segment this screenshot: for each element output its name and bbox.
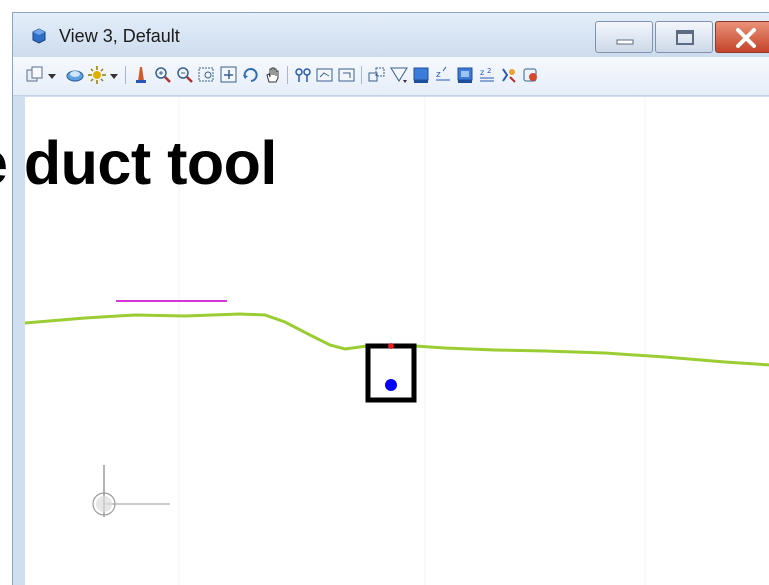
view-next-icon[interactable] xyxy=(315,65,335,85)
update-view-icon[interactable] xyxy=(131,65,151,85)
svg-text:z: z xyxy=(480,68,484,77)
close-button[interactable] xyxy=(715,21,769,53)
window-area-icon[interactable] xyxy=(197,65,217,85)
toolbar-separator xyxy=(125,66,126,84)
toggle-lights-icon[interactable] xyxy=(499,65,519,85)
copy-view-icon[interactable] xyxy=(337,65,357,85)
view-cube-icon xyxy=(31,28,47,44)
window-title: View 3, Default xyxy=(59,26,180,46)
view-display-icon[interactable] xyxy=(25,65,45,85)
camera-icon[interactable]: z xyxy=(433,65,453,85)
level-display-icon[interactable] xyxy=(65,65,85,85)
minimize-button[interactable] xyxy=(595,21,653,53)
overlay-title: e duct tool xyxy=(0,129,277,197)
ground-profile-line[interactable] xyxy=(25,312,769,367)
clip-mask-icon[interactable] xyxy=(389,65,409,85)
clip-volume-icon[interactable] xyxy=(367,65,387,85)
maximize-icon xyxy=(676,30,694,45)
dropdown-arrow-icon[interactable] xyxy=(109,65,119,85)
fit-view-icon[interactable] xyxy=(219,65,239,85)
axis-indicator-icon xyxy=(92,465,170,517)
minimize-icon xyxy=(616,39,634,45)
toolbar-separator xyxy=(361,66,362,84)
view-properties-icon[interactable] xyxy=(455,65,475,85)
svg-text:z: z xyxy=(436,70,441,80)
toolbar-separator xyxy=(287,66,288,84)
maximize-button[interactable] xyxy=(655,21,713,53)
pan-view-icon[interactable] xyxy=(263,65,283,85)
view-window: View 3, Default z z 2 xyxy=(12,12,769,585)
duct-top-marker xyxy=(388,343,394,349)
zoom-out-icon[interactable] xyxy=(175,65,195,85)
title-bar[interactable]: View 3, Default xyxy=(13,13,769,57)
dropdown-arrow-icon[interactable] xyxy=(47,65,57,85)
view-attributes-icon[interactable] xyxy=(87,65,107,85)
zoom-in-icon[interactable] xyxy=(153,65,173,85)
svg-text:2: 2 xyxy=(487,67,491,75)
render-settings-icon[interactable] xyxy=(521,65,541,85)
rotate-view-icon[interactable] xyxy=(241,65,261,85)
duct-outline[interactable] xyxy=(365,343,417,403)
close-icon xyxy=(736,28,756,48)
view-toolbar: z z2 xyxy=(13,57,769,96)
rendering-icon[interactable]: z2 xyxy=(477,65,497,85)
display-style-icon[interactable] xyxy=(411,65,431,85)
duct-center-point[interactable] xyxy=(385,379,397,391)
view-previous-icon[interactable] xyxy=(293,65,313,85)
